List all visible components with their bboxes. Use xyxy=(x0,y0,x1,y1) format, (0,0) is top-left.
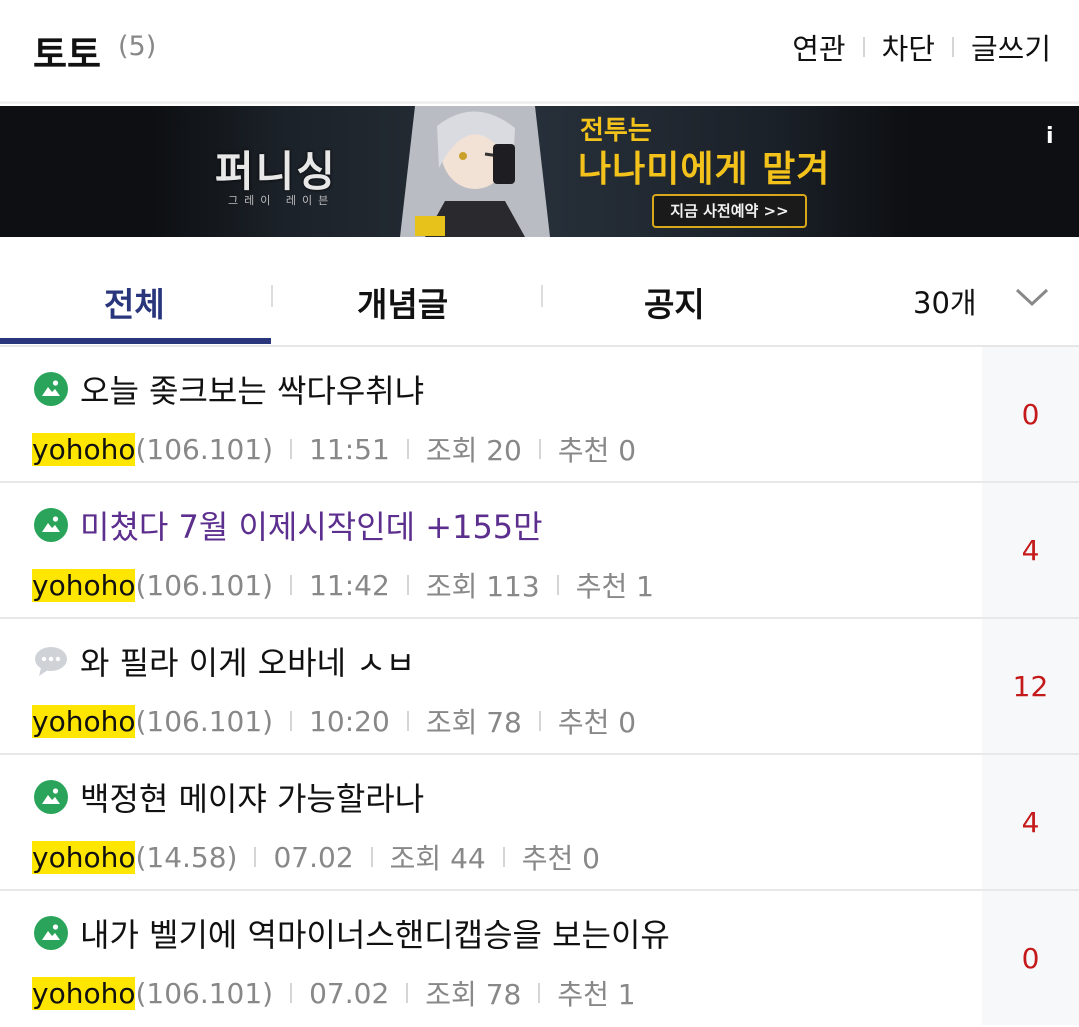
image-post-icon xyxy=(34,916,68,950)
page-size-select[interactable]: 30개 xyxy=(913,280,977,322)
view-count: 조회 78 xyxy=(425,978,522,1011)
post-title[interactable]: 내가 벨기에 역마이너스핸디캡승을 보는이유 xyxy=(80,910,670,956)
author-nickname[interactable]: yohoho xyxy=(32,568,136,602)
post-row[interactable]: 백정현 메이쟈 가능할라나 yohoho (14.58) 07.02 조회 44… xyxy=(0,755,1079,891)
post-time: 11:42 xyxy=(309,568,390,602)
chevron-down-icon[interactable] xyxy=(1015,287,1049,307)
top-bar: 토토 (5) 연관 차단 글쓰기 xyxy=(0,0,1079,104)
post-meta: yohoho (106.101) 10:20 조회 78 추천 0 xyxy=(32,701,636,741)
view-count: 조회 20 xyxy=(425,434,522,467)
write-button[interactable]: 글쓰기 xyxy=(971,26,1051,68)
author-ip: (14.58) xyxy=(135,840,238,874)
comment-count: 4 xyxy=(1021,805,1040,839)
top-actions: 연관 차단 글쓰기 xyxy=(792,26,1051,68)
comment-count-button[interactable]: 4 xyxy=(982,483,1079,617)
view-count: 조회 113 xyxy=(425,570,540,603)
divider xyxy=(951,37,954,57)
post-time: 07.02 xyxy=(309,976,390,1010)
post-time: 07.02 xyxy=(273,840,354,874)
divider xyxy=(290,983,293,1003)
comment-count: 12 xyxy=(1012,669,1049,703)
author-nickname[interactable]: yohoho xyxy=(32,432,136,466)
post-meta: yohoho (106.101) 11:51 조회 20 추천 0 xyxy=(32,429,636,469)
divider xyxy=(862,37,865,57)
comment-count-button[interactable]: 4 xyxy=(982,755,1079,889)
post-time: 11:51 xyxy=(309,432,390,466)
divider xyxy=(538,711,541,731)
recommend-count: 추천 0 xyxy=(557,434,637,467)
author-nickname[interactable]: yohoho xyxy=(32,976,136,1010)
post-meta: yohoho (14.58) 07.02 조회 44 추천 0 xyxy=(32,837,600,877)
board-title[interactable]: 토토 xyxy=(33,24,101,78)
divider xyxy=(370,847,373,867)
author-nickname[interactable]: yohoho xyxy=(32,704,136,738)
tab-all[interactable]: 전체 xyxy=(104,278,165,326)
post-row[interactable]: 내가 벨기에 역마이너스핸디캡승을 보는이유 yohoho (106.101) … xyxy=(0,891,1079,1027)
divider xyxy=(538,439,541,459)
recommend-count: 추천 0 xyxy=(521,842,600,875)
divider xyxy=(406,575,409,595)
view-count: 조회 44 xyxy=(389,842,486,875)
board-count: (5) xyxy=(118,31,157,62)
post-title[interactable]: 오늘 좆크보는 싹다우취냐 xyxy=(80,366,424,412)
post-title[interactable]: 미쳤다 7월 이제시작인데 +155만 xyxy=(80,502,543,548)
post-list: 오늘 좆크보는 싹다우취냐 yohoho (106.101) 11:51 조회 … xyxy=(0,347,1079,1027)
divider xyxy=(502,847,505,867)
recommend-count: 추천 1 xyxy=(557,978,636,1011)
divider xyxy=(406,711,409,731)
divider xyxy=(290,711,293,731)
image-post-icon xyxy=(34,508,68,542)
post-row[interactable]: 와 필라 이게 오바네 ㅅㅂ yohoho (106.101) 10:20 조회… xyxy=(0,619,1079,755)
comment-count: 0 xyxy=(1021,941,1040,975)
post-meta: yohoho (106.101) 07.02 조회 78 추천 1 xyxy=(32,973,636,1013)
active-tab-indicator xyxy=(0,338,271,344)
divider xyxy=(406,439,409,459)
text-post-icon xyxy=(35,647,67,676)
divider xyxy=(541,285,543,307)
block-button[interactable]: 차단 xyxy=(882,26,935,68)
divider xyxy=(290,575,293,595)
author-ip: (106.101) xyxy=(135,432,274,466)
post-meta: yohoho (106.101) 11:42 조회 113 추천 1 xyxy=(32,565,654,605)
related-button[interactable]: 연관 xyxy=(792,26,845,68)
banner-headline-2: 나나미에게 맡겨 xyxy=(578,149,831,190)
divider xyxy=(556,575,559,595)
comment-count: 4 xyxy=(1021,533,1040,567)
post-time: 10:20 xyxy=(309,704,390,738)
ad-info-icon[interactable]: i xyxy=(1046,124,1054,149)
divider xyxy=(538,983,541,1003)
divider xyxy=(290,439,293,459)
comment-count-button[interactable]: 0 xyxy=(982,347,1079,481)
recommend-count: 추천 1 xyxy=(575,570,654,603)
banner-preregister-button[interactable]: 지금 사전예약 >> xyxy=(652,194,807,228)
author-ip: (106.101) xyxy=(135,568,274,602)
author-ip: (106.101) xyxy=(135,704,274,738)
author-ip: (106.101) xyxy=(135,976,274,1010)
view-count: 조회 78 xyxy=(425,706,522,739)
comment-count: 0 xyxy=(1021,397,1040,431)
comment-count-button[interactable]: 0 xyxy=(982,891,1079,1025)
post-row[interactable]: 미쳤다 7월 이제시작인데 +155만 yohoho (106.101) 11:… xyxy=(0,483,1079,619)
banner-game-subtitle: 그레이 레이븐 xyxy=(228,194,335,207)
banner-game-logo: 퍼니싱 xyxy=(215,147,337,196)
recommend-count: 추천 0 xyxy=(557,706,637,739)
image-post-icon xyxy=(34,780,68,814)
tab-concept-posts[interactable]: 개념글 xyxy=(357,278,448,326)
post-row[interactable]: 오늘 좆크보는 싹다우취냐 yohoho (106.101) 11:51 조회 … xyxy=(0,347,1079,483)
image-post-icon xyxy=(34,372,68,406)
comment-count-button[interactable]: 12 xyxy=(982,619,1079,753)
post-title[interactable]: 와 필라 이게 오바네 ㅅㅂ xyxy=(80,638,415,684)
divider xyxy=(254,847,257,867)
author-nickname[interactable]: yohoho xyxy=(32,840,136,874)
divider xyxy=(406,983,409,1003)
post-title[interactable]: 백정현 메이쟈 가능할라나 xyxy=(80,774,424,820)
tab-notice[interactable]: 공지 xyxy=(644,278,705,326)
divider xyxy=(271,285,273,307)
banner-character-illustration xyxy=(400,106,550,237)
post-filter-tabs: 전체 개념글 공지 30개 xyxy=(0,245,1079,347)
